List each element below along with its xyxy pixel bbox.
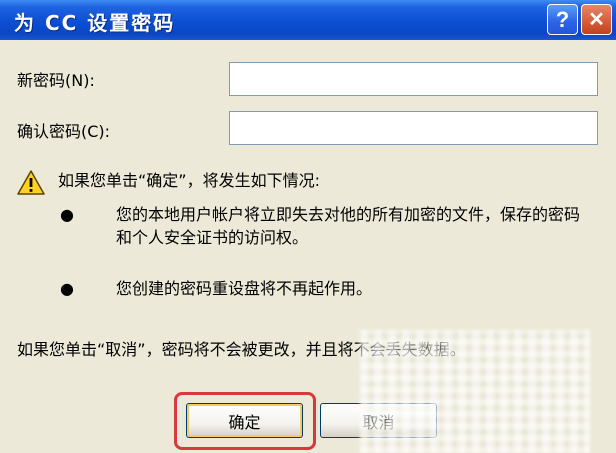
- warning-bullet-2: 您创建的密码重设盘将不再起作用。: [116, 279, 373, 298]
- warning-triangle-icon: [17, 170, 45, 195]
- help-button[interactable]: ?: [547, 4, 578, 35]
- warning-bullet-1: 您的本地用户帐户将立即失去对他的所有加密的文件，保存的密码和个人安全证书的访问权…: [116, 205, 581, 247]
- new-password-label: 新密码(N):: [17, 71, 95, 90]
- help-icon: ?: [555, 6, 570, 32]
- set-password-dialog: 为 CC 设置密码 ? ✕ 新密码(N): 确认密码(C): 如果您单击“确定”…: [0, 0, 616, 453]
- title-bar[interactable]: 为 CC 设置密码 ? ✕: [0, 0, 616, 40]
- close-icon: ✕: [588, 9, 605, 31]
- close-button[interactable]: ✕: [581, 4, 612, 35]
- new-password-input[interactable]: [229, 62, 598, 96]
- ok-button[interactable]: 确定: [186, 403, 303, 438]
- confirm-password-input[interactable]: [229, 111, 598, 145]
- blur-overlay: [360, 330, 590, 453]
- dialog-title: 为 CC 设置密码: [14, 11, 176, 35]
- warning-intro-text: 如果您单击“确定”，将发生如下情况:: [58, 171, 320, 190]
- bullet-marker: ●: [60, 279, 74, 298]
- confirm-password-label: 确认密码(C):: [17, 122, 111, 141]
- bullet-marker: ●: [60, 205, 74, 224]
